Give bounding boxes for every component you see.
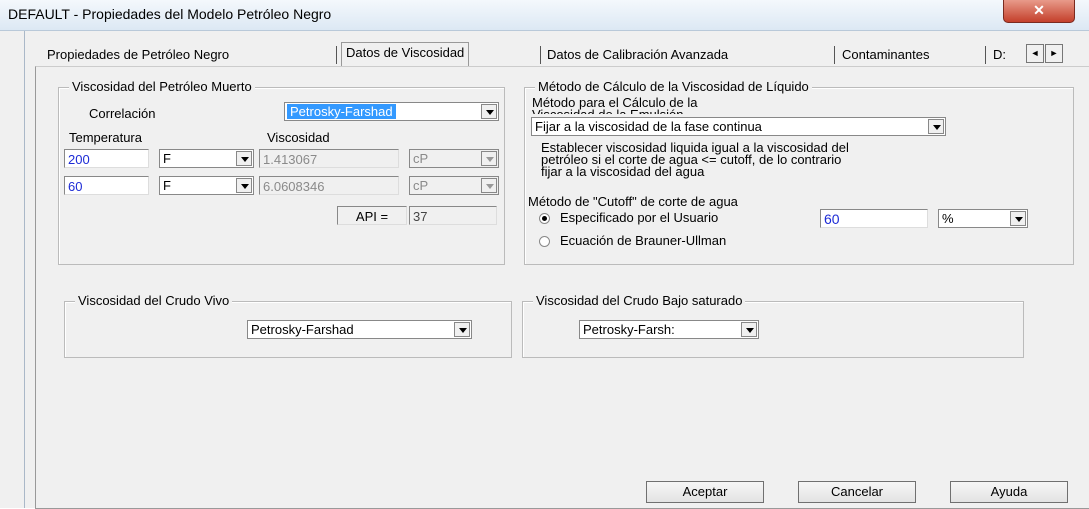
dead-oil-viscosity-group: Viscosidad del Petróleo Muerto Correlaci… [58, 79, 505, 265]
dead-oil-correlation-value: Petrosky-Farshad [287, 104, 396, 119]
tab-separator [834, 46, 835, 64]
tab-strip: Propiedades de Petróleo Negro Datos de V… [35, 42, 1089, 67]
undersaturated-oil-viscosity-group: Viscosidad del Crudo Bajo saturado Petro… [522, 293, 1024, 358]
window-title: DEFAULT - Propiedades del Modelo Petróle… [8, 6, 332, 22]
correlation-label: Correlación [89, 106, 156, 121]
chevron-down-icon[interactable] [741, 322, 757, 337]
tab-black-oil-properties[interactable]: Propiedades de Petróleo Negro [47, 45, 229, 66]
viscosity-header: Viscosidad [267, 130, 330, 145]
accept-button[interactable]: Aceptar [646, 481, 764, 503]
chevron-down-icon[interactable] [481, 178, 497, 193]
temperature-header: Temperatura [69, 130, 142, 145]
option-brauner-ullman-label: Ecuación de Brauner-Ullman [560, 233, 727, 248]
chevron-down-icon[interactable] [236, 178, 252, 193]
temperature-input-1[interactable]: 200 [64, 149, 149, 168]
cutoff-unit-select[interactable]: % [938, 209, 1028, 228]
help-button[interactable]: Ayuda [950, 481, 1068, 503]
viscosity-unit-value-1: cP [413, 151, 429, 166]
chevron-down-icon[interactable] [928, 119, 944, 134]
chevron-down-icon[interactable] [236, 151, 252, 166]
tab-truncated[interactable]: D: [993, 45, 1006, 66]
dialog-body: Propiedades de Petróleo Negro Datos de V… [24, 31, 1089, 509]
cutoff-method-title: Método de "Cutoff" de corte de agua [528, 194, 738, 209]
chevron-down-icon[interactable] [481, 151, 497, 166]
temperature-unit-value-2: F [163, 178, 171, 193]
tab-scroll-left-icon[interactable]: ◄ [1026, 44, 1044, 63]
liquid-viscosity-group-title: Método de Cálculo de la Viscosidad de Lí… [535, 79, 812, 94]
emulsion-method-select[interactable]: Fijar a la viscosidad de la fase continu… [531, 117, 946, 136]
tab-separator [336, 46, 337, 64]
emulsion-method-label-line2: Viscosidad de la Emulsión [532, 108, 684, 114]
undersaturated-correlation-value: Petrosky-Farsh: [583, 322, 675, 337]
api-label: API = [337, 206, 407, 225]
temperature-input-2[interactable]: 60 [64, 176, 149, 195]
viscosity-input-1[interactable]: 1.413067 [259, 149, 399, 168]
viscosity-unit-select-2[interactable]: cP [409, 176, 499, 195]
live-oil-correlation-value: Petrosky-Farshad [251, 322, 354, 337]
title-bar: DEFAULT - Propiedades del Modelo Petróle… [0, 0, 1089, 31]
temperature-unit-value-1: F [163, 151, 171, 166]
tab-scroll-right-icon[interactable]: ► [1045, 44, 1063, 63]
emulsion-method-value: Fijar a la viscosidad de la fase continu… [535, 119, 762, 134]
temperature-unit-select-1[interactable]: F [159, 149, 254, 168]
cancel-button[interactable]: Cancelar [798, 481, 916, 503]
live-oil-viscosity-group: Viscosidad del Crudo Vivo Petrosky-Farsh… [64, 293, 512, 358]
tab-separator [985, 46, 986, 64]
viscosity-unit-select-1[interactable]: cP [409, 149, 499, 168]
close-icon: ✕ [1033, 2, 1045, 18]
chevron-down-icon[interactable] [481, 104, 497, 119]
chevron-down-icon[interactable] [454, 322, 470, 337]
close-button[interactable]: ✕ [1003, 0, 1075, 23]
dead-oil-correlation-select[interactable]: Petrosky-Farshad [284, 102, 499, 121]
chevron-down-icon[interactable] [1010, 211, 1026, 226]
properties-dialog: DEFAULT - Propiedades del Modelo Petróle… [0, 0, 1089, 509]
tab-contaminants[interactable]: Contaminantes [842, 45, 929, 66]
tab-advanced-calibration[interactable]: Datos de Calibración Avanzada [547, 45, 728, 66]
undersaturated-group-title: Viscosidad del Crudo Bajo saturado [533, 293, 746, 308]
live-oil-correlation-select[interactable]: Petrosky-Farshad [247, 320, 472, 339]
viscosity-input-2[interactable]: 6.0608346 [259, 176, 399, 195]
cutoff-unit-value: % [942, 211, 954, 226]
api-value: 37 [409, 206, 497, 225]
radio-user-specified[interactable] [539, 213, 550, 224]
viscosity-unit-value-2: cP [413, 178, 429, 193]
option-user-specified-label: Especificado por el Usuario [560, 210, 719, 225]
undersaturated-correlation-select[interactable]: Petrosky-Farsh: [579, 320, 759, 339]
cutoff-value-input[interactable]: 60 [820, 209, 928, 228]
radio-brauner-ullman[interactable] [539, 236, 550, 247]
viscosity-tab-page: Viscosidad del Petróleo Muerto Correlaci… [35, 66, 1089, 509]
liquid-viscosity-method-group: Método de Cálculo de la Viscosidad de Lí… [524, 79, 1074, 265]
dead-oil-group-title: Viscosidad del Petróleo Muerto [69, 79, 255, 94]
live-oil-group-title: Viscosidad del Crudo Vivo [75, 293, 233, 308]
temperature-unit-select-2[interactable]: F [159, 176, 254, 195]
description-line-3: fijar a la viscosidad del agua [541, 164, 705, 179]
tab-viscosity-data[interactable]: Datos de Viscosidad [341, 42, 470, 67]
tab-separator [540, 46, 541, 64]
